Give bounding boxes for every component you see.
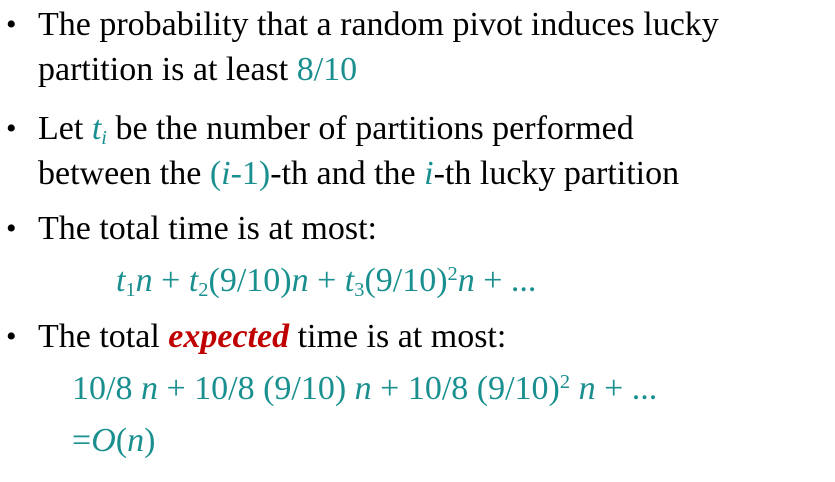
formula-expected-time: 10/8 n + 10/8 (9/10) n + 10/8 (9/10)2 n … [72,370,657,408]
text-span: + 10/8 (9/10) [157,370,355,407]
text-span: n [354,370,372,407]
subscript: 2 [198,279,209,302]
bullet-line: The probability that a random pivot indu… [38,6,719,43]
text-span: n [457,262,475,299]
bullet-dot: • [6,8,17,41]
text-span: + ... [474,262,537,299]
text-span: -1) [230,155,271,192]
bullet-dot: • [6,112,17,145]
emphasis-expected: expected [168,318,290,355]
superscript: 2 [447,262,458,285]
text-span: n [578,370,596,407]
slide: • The probability that a random pivot in… [0,0,835,482]
text-span: ) [144,422,156,459]
text-span: (9/10) [364,262,448,299]
text-span: (i-1) [210,155,270,192]
bullet-text: The total expected time is at most: [38,314,506,359]
formula-total-time: t1n + t2(9/10)n + t3(9/10)2n + ... [116,262,536,300]
text-span: n [291,262,309,299]
text-span: The total [38,318,169,355]
bullet-text: Let ti be the number of partitions perfo… [38,106,679,196]
bullet-dot: • [6,320,17,353]
bullet-line: partition is at least 8/10 [38,47,719,92]
bullet-line: Let ti be the number of partitions perfo… [38,106,679,151]
subscript: 1 [125,279,136,302]
text-span: O [91,422,116,459]
text-span: between the [38,155,210,192]
text-span: = [72,422,92,459]
text-span: + 10/8 (9/10) [371,370,560,407]
text-span: n [135,262,153,299]
bullet-text: The total time is at most: [38,206,377,251]
variable-i: i [221,155,231,192]
text-span [570,370,579,407]
bullet-dot: • [6,212,17,245]
text-span: n [140,370,158,407]
bullet-line: The total time is at most: [38,210,378,247]
text-span: partition is at least [38,51,297,88]
variable-i: i [424,155,434,192]
formula-big-o: =O(n) [72,422,155,460]
text-span: + [152,262,189,299]
text-span: -th and the [270,155,425,192]
text-span: time is at most: [289,318,507,355]
bullet-text: The probability that a random pivot indu… [38,2,719,92]
text-span: ( [115,422,128,459]
variable-t: ti [91,110,107,148]
bullet-line: between the (i-1)-th and the i-th lucky … [38,151,679,196]
text-span: + [308,262,345,299]
bullet-line: The total expected time is at most: [38,314,506,359]
text-span: + ... [595,370,658,407]
probability-value: 8/10 [296,51,358,88]
text-span: 10/8 [72,370,141,407]
text-span: Let [38,110,92,147]
text-span: t [188,262,199,299]
text-span: (9/10) [208,262,292,299]
superscript: 2 [559,370,571,393]
text-span: t [91,110,102,147]
text-span: be the number of partitions performed [106,110,634,147]
text-span: -th lucky partition [433,155,680,192]
subscript: 3 [354,279,365,302]
text-span: t [344,262,355,299]
text-span: ( [209,155,222,192]
text-span: n [127,422,145,459]
